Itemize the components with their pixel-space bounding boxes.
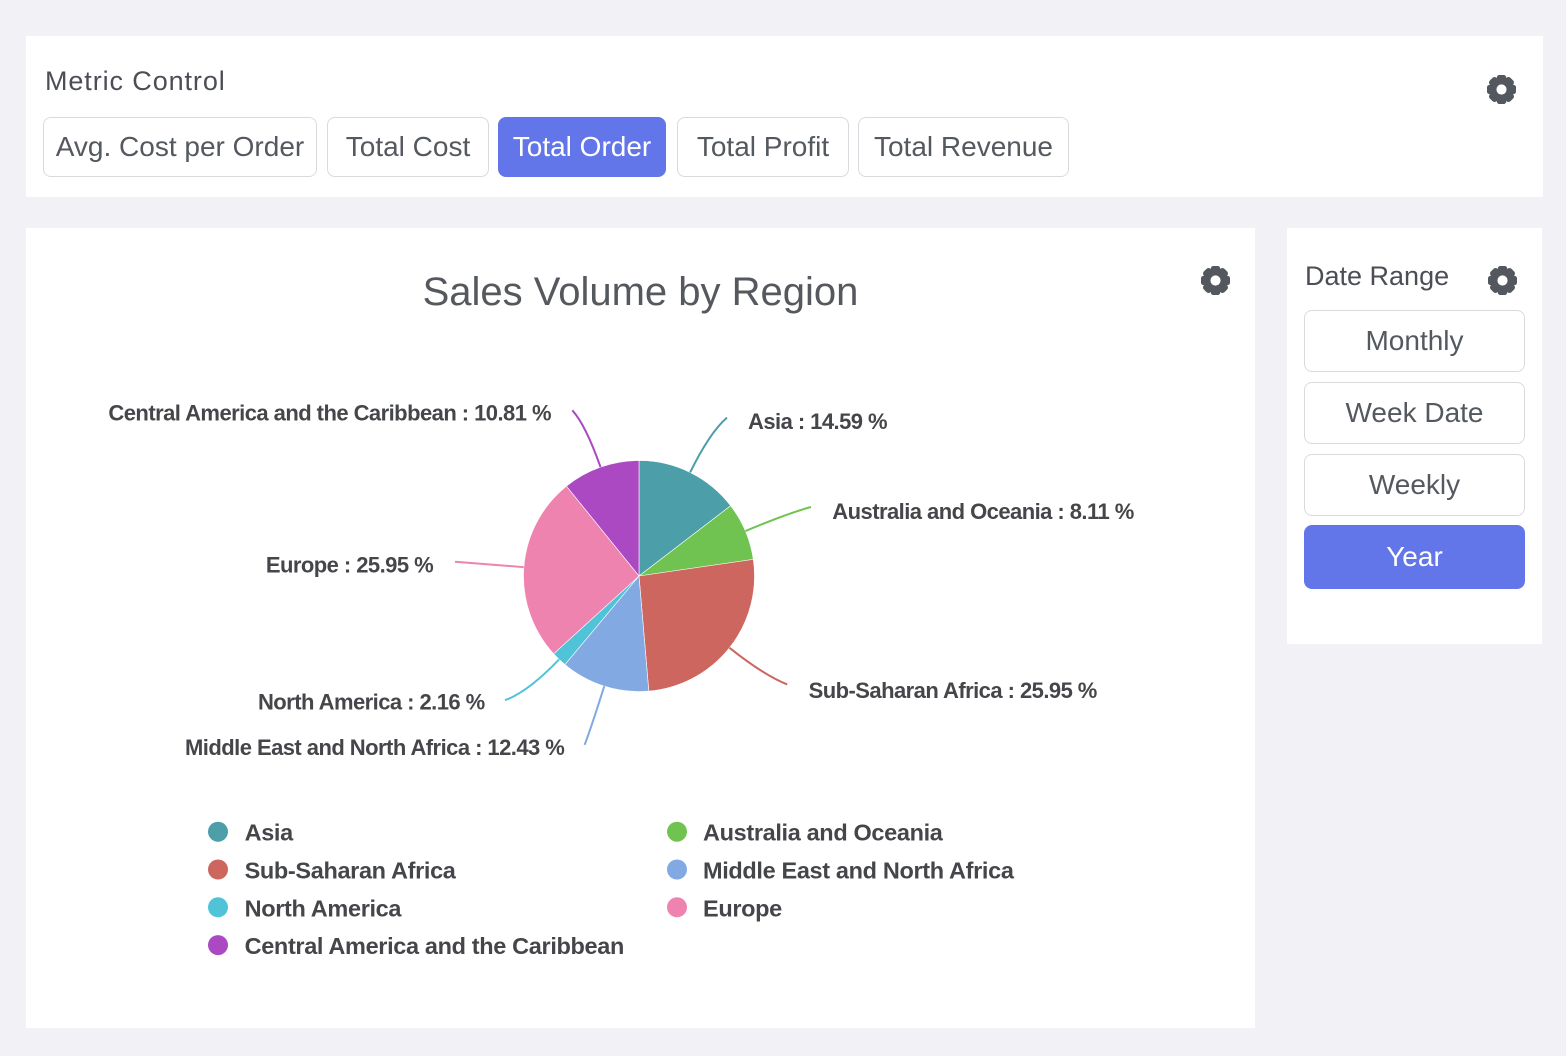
svg-text:Middle East and North Africa: Middle East and North Africa [703, 858, 1015, 884]
svg-text:North America: North America [245, 895, 403, 921]
svg-text:Central America and the Caribb: Central America and the Caribbean [245, 933, 624, 959]
svg-text:Sub-Saharan Africa: Sub-Saharan Africa [245, 858, 457, 884]
svg-text:Australia and Oceania: Australia and Oceania [703, 820, 944, 846]
svg-text:Europe : 25.95 %: Europe : 25.95 % [266, 553, 433, 578]
svg-text:Europe: Europe [703, 895, 782, 921]
svg-text:Australia and Oceania : 8.11 %: Australia and Oceania : 8.11 % [832, 499, 1133, 524]
svg-text:Sub-Saharan Africa : 25.95 %: Sub-Saharan Africa : 25.95 % [809, 678, 1097, 703]
svg-text:Central America and the Caribb: Central America and the Caribbean : 10.8… [108, 401, 551, 426]
svg-text:North America : 2.16 %: North America : 2.16 % [258, 689, 485, 714]
svg-text:Middle East and North Africa :: Middle East and North Africa : 12.43 % [185, 735, 564, 760]
svg-text:Asia : 14.59 %: Asia : 14.59 % [748, 409, 887, 434]
svg-text:Asia: Asia [245, 820, 295, 846]
